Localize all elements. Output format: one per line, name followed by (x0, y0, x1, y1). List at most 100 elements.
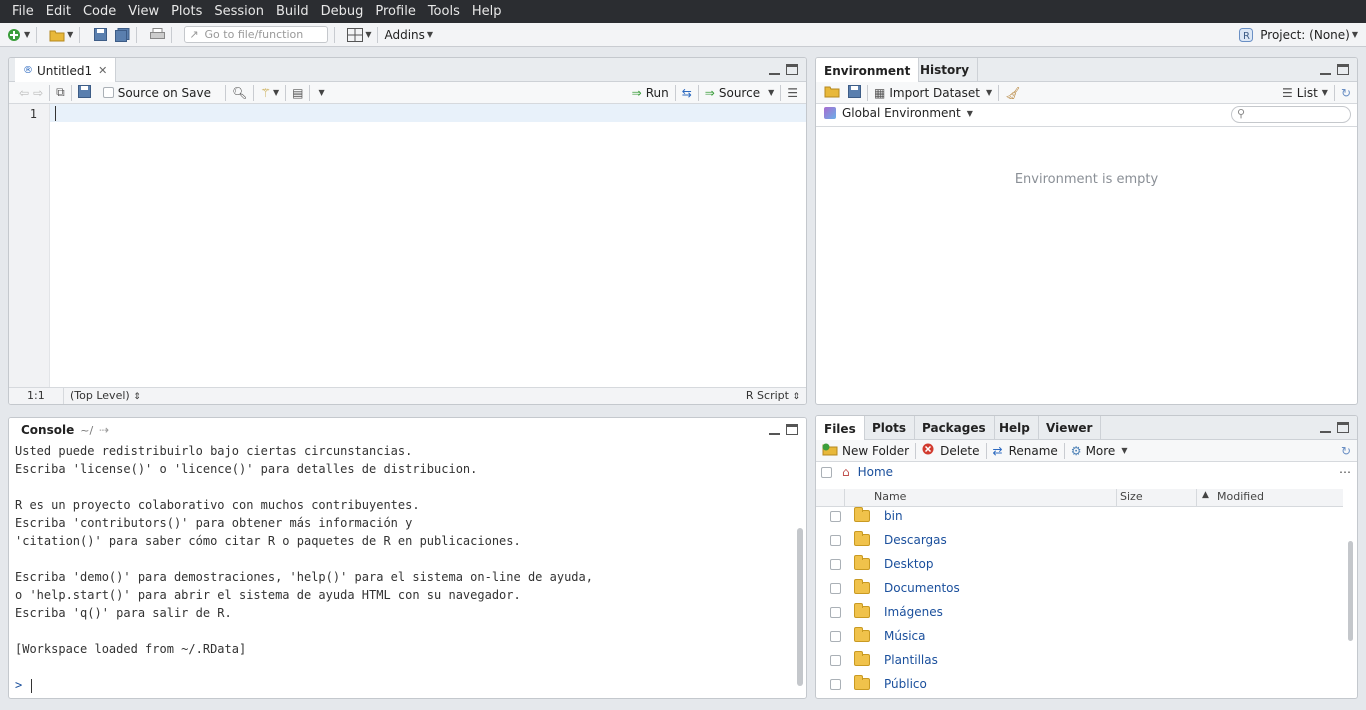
tab-environment[interactable]: Environment (816, 58, 920, 83)
file-name-link[interactable]: Música (884, 629, 926, 643)
tab-help[interactable]: Help (991, 416, 1039, 440)
chevron-down-icon[interactable]: ▼ (1352, 30, 1358, 39)
file-name-link[interactable]: Documentos (884, 581, 960, 595)
minimize-icon[interactable] (769, 64, 780, 75)
menu-profile[interactable]: Profile (369, 0, 421, 23)
row-checkbox[interactable] (830, 630, 841, 642)
delete-icon[interactable] (922, 443, 934, 458)
row-checkbox[interactable] (830, 678, 841, 690)
open-folder-icon[interactable] (49, 27, 65, 43)
tab-console[interactable]: Console ~/ ⇢ (13, 418, 118, 442)
chevron-down-icon[interactable]: ▼ (67, 30, 73, 39)
rerun-icon[interactable]: ⇆ (682, 86, 692, 100)
new-file-icon[interactable] (6, 27, 22, 43)
view-mode-selector[interactable]: List (1297, 86, 1318, 100)
scrollbar[interactable] (1348, 541, 1353, 641)
maximize-icon[interactable] (786, 64, 798, 75)
col-modified[interactable]: Modified (1217, 490, 1264, 503)
save-all-icon[interactable] (114, 27, 130, 43)
new-folder-icon[interactable] (822, 442, 838, 459)
tab-untitled1[interactable]: ® Untitled1 ✕ (15, 58, 117, 83)
load-workspace-icon[interactable] (824, 84, 840, 101)
chevron-down-icon[interactable]: ▼ (986, 88, 992, 97)
row-checkbox[interactable] (830, 582, 841, 594)
row-checkbox[interactable] (830, 534, 841, 546)
print-icon[interactable] (149, 27, 165, 43)
menu-debug[interactable]: Debug (315, 0, 370, 23)
row-checkbox[interactable] (830, 510, 841, 522)
import-icon[interactable]: ▦ (874, 86, 885, 100)
addins-button[interactable]: Addins (384, 28, 424, 42)
row-checkbox[interactable] (830, 654, 841, 666)
source-button[interactable]: Source (719, 86, 760, 100)
chevron-down-icon[interactable]: ▼ (365, 30, 371, 39)
compile-report-icon[interactable]: ▤ (292, 86, 303, 100)
file-type-selector[interactable]: R Script ⇕ (746, 389, 800, 402)
gear-icon[interactable]: ⚙ (1071, 444, 1082, 458)
more-button[interactable]: More (1086, 444, 1116, 458)
table-row[interactable]: Imágenes (816, 600, 1343, 624)
goto-file-input[interactable]: ↗ Go to file/function (184, 26, 329, 43)
rename-icon[interactable]: ⇄ (993, 444, 1003, 458)
console-output[interactable]: Usted puede redistribuirlo bajo ciertas … (15, 442, 792, 694)
maximize-icon[interactable] (1337, 64, 1349, 75)
save-icon[interactable] (77, 84, 91, 101)
source-on-save-checkbox[interactable] (102, 87, 114, 98)
row-checkbox[interactable] (830, 558, 841, 570)
magic-wand-icon[interactable]: ⚚ (260, 86, 271, 100)
scope-selector[interactable]: (Top Level) ⇕ (70, 389, 141, 402)
table-row[interactable]: Público (816, 672, 1343, 696)
refresh-icon[interactable]: ↻ (1341, 444, 1351, 458)
menu-plots[interactable]: Plots (165, 0, 208, 23)
refresh-icon[interactable]: ↻ (1341, 86, 1351, 100)
menu-code[interactable]: Code (77, 0, 122, 23)
broom-icon[interactable]: 🧹︎ (1005, 86, 1020, 100)
menu-file[interactable]: File (6, 0, 40, 23)
breadcrumb-home[interactable]: Home (858, 465, 893, 479)
env-search-input[interactable]: ⚲ (1231, 106, 1351, 123)
rename-button[interactable]: Rename (1009, 444, 1058, 458)
table-row[interactable]: bin (816, 504, 1343, 528)
source-icon[interactable]: ⇒ (705, 86, 715, 100)
menu-session[interactable]: Session (208, 0, 270, 23)
chevron-down-icon[interactable]: ▼ (273, 88, 279, 97)
import-dataset-button[interactable]: Import Dataset (889, 86, 980, 100)
forward-arrow-icon[interactable]: ⇨ (33, 86, 43, 100)
menu-view[interactable]: View (122, 0, 165, 23)
tab-files[interactable]: Files (816, 416, 865, 441)
select-all-checkbox[interactable] (821, 466, 832, 478)
chevron-down-icon[interactable]: ▼ (24, 30, 30, 39)
table-row[interactable]: Desktop (816, 552, 1343, 576)
file-name-link[interactable]: Descargas (884, 533, 947, 547)
minimize-icon[interactable] (1320, 64, 1331, 75)
goto-directory-icon[interactable]: ⇢ (99, 423, 109, 437)
outline-icon[interactable]: ☰ (787, 86, 798, 100)
tab-packages[interactable]: Packages (914, 416, 995, 440)
environment-scope[interactable]: Global Environment ▼ (824, 106, 973, 120)
chevron-down-icon[interactable]: ▼ (427, 30, 433, 39)
project-menu[interactable]: Project: (None) (1260, 28, 1350, 42)
col-name[interactable]: Name (874, 490, 906, 503)
back-arrow-icon[interactable]: ⇦ (19, 86, 29, 100)
minimize-icon[interactable] (769, 424, 780, 435)
maximize-icon[interactable] (786, 424, 798, 435)
chevron-down-icon[interactable]: ▼ (768, 88, 774, 97)
show-in-window-icon[interactable]: ⧉ (56, 85, 65, 100)
table-row[interactable]: Música (816, 624, 1343, 648)
save-icon[interactable] (92, 27, 108, 43)
new-folder-button[interactable]: New Folder (842, 444, 909, 458)
file-name-link[interactable]: Imágenes (884, 605, 943, 619)
tab-history[interactable]: History (912, 58, 979, 82)
menu-build[interactable]: Build (270, 0, 315, 23)
table-row[interactable]: Plantillas (816, 648, 1343, 672)
chevron-down-icon[interactable]: ▼ (318, 88, 324, 97)
row-checkbox[interactable] (830, 606, 841, 618)
file-name-link[interactable]: bin (884, 509, 903, 523)
chevron-down-icon[interactable]: ▼ (1322, 88, 1328, 97)
minimize-icon[interactable] (1320, 422, 1331, 433)
run-icon[interactable]: ⇒ (632, 86, 642, 100)
table-row[interactable]: Descargas (816, 528, 1343, 552)
table-row[interactable]: Documentos (816, 576, 1343, 600)
col-size[interactable]: Size (1120, 490, 1143, 503)
file-name-link[interactable]: Público (884, 677, 927, 691)
